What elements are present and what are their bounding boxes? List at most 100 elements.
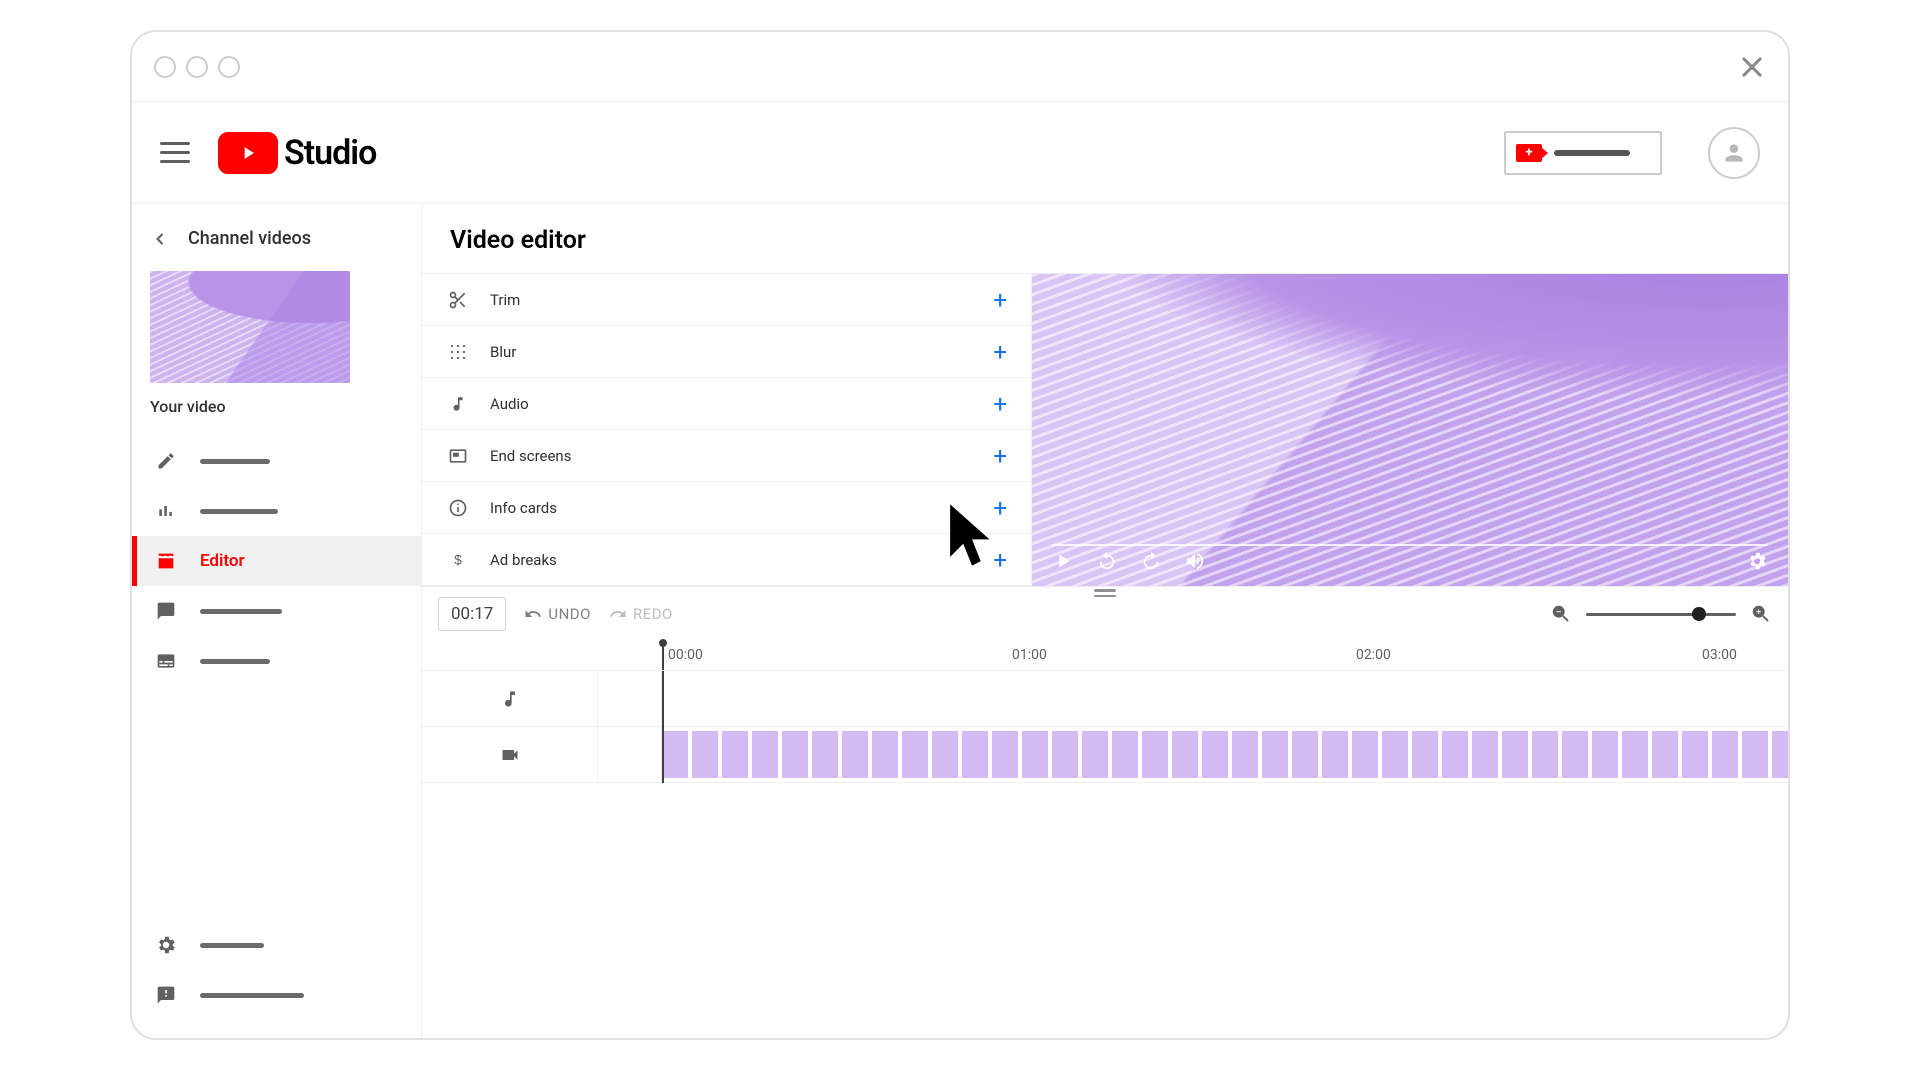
- comment-icon: [154, 601, 178, 621]
- window-min-dot[interactable]: [186, 56, 208, 78]
- volume-icon[interactable]: [1184, 550, 1206, 576]
- audio-track-body[interactable]: [662, 671, 1788, 726]
- tool-label: Blur: [490, 343, 516, 361]
- tool-ad-breaks[interactable]: $ Ad breaks +: [422, 534, 1031, 586]
- redo-icon: [609, 605, 627, 623]
- sidebar: Channel videos Your video Editor: [132, 204, 422, 1038]
- scissors-icon: [446, 290, 470, 310]
- track-gap: [598, 727, 662, 782]
- play-icon[interactable]: [1052, 550, 1074, 576]
- sidebar-item-details[interactable]: [132, 436, 421, 486]
- close-icon[interactable]: [1738, 53, 1766, 81]
- zoom-in-icon[interactable]: [1750, 603, 1772, 625]
- video-preview[interactable]: [1032, 274, 1788, 586]
- player-controls: [1032, 540, 1788, 586]
- redo-label: REDO: [633, 605, 673, 623]
- pencil-icon: [154, 451, 178, 471]
- audio-track-icon: [422, 671, 598, 726]
- plus-icon[interactable]: +: [993, 494, 1007, 522]
- window-max-dot[interactable]: [218, 56, 240, 78]
- audio-track[interactable]: [422, 671, 1788, 727]
- plus-icon[interactable]: +: [993, 390, 1007, 418]
- sidebar-label-placeholder: [200, 659, 270, 664]
- zoom-out-icon[interactable]: [1550, 603, 1572, 625]
- plus-icon[interactable]: +: [993, 338, 1007, 366]
- sidebar-item-label: Editor: [200, 551, 245, 571]
- plus-icon[interactable]: +: [993, 546, 1007, 574]
- blur-grid-icon: [446, 343, 470, 361]
- sidebar-label-placeholder: [200, 943, 264, 948]
- plus-icon[interactable]: +: [993, 286, 1007, 314]
- sidebar-label-placeholder: [200, 609, 282, 614]
- tool-audio[interactable]: Audio +: [422, 378, 1031, 430]
- sidebar-item-editor[interactable]: Editor: [132, 536, 421, 586]
- timeline-ruler[interactable]: 00:00 01:00 02:00 03:00: [422, 641, 1788, 671]
- current-time-display[interactable]: 00:17: [438, 597, 506, 631]
- sidebar-label-placeholder: [200, 459, 270, 464]
- youtube-play-icon: [218, 132, 278, 174]
- top-bar: Studio +: [132, 102, 1788, 204]
- back-to-channel-videos[interactable]: Channel videos: [132, 222, 421, 267]
- sidebar-item-feedback[interactable]: [132, 970, 421, 1020]
- zoom-slider[interactable]: [1586, 613, 1736, 616]
- timeline-area: 00:00 01:00 02:00 03:00: [422, 641, 1788, 783]
- info-icon: [446, 498, 470, 518]
- ruler-tick: 02:00: [1356, 647, 1391, 663]
- window-traffic-lights: [154, 56, 240, 78]
- plus-icon[interactable]: +: [993, 442, 1007, 470]
- zoom-controls: [1550, 603, 1772, 625]
- video-track[interactable]: [422, 727, 1788, 783]
- sidebar-label-placeholder: [200, 509, 278, 514]
- sidebar-item-comments[interactable]: [132, 586, 421, 636]
- drag-handle-icon[interactable]: [1094, 589, 1116, 597]
- tool-trim[interactable]: Trim +: [422, 274, 1031, 326]
- ruler-tick: 01:00: [1012, 647, 1047, 663]
- menu-icon[interactable]: [160, 142, 190, 163]
- replay-10-icon[interactable]: [1096, 550, 1118, 576]
- ruler-tick: 03:00: [1702, 647, 1737, 663]
- video-track-icon: [422, 727, 598, 782]
- sidebar-item-subtitles[interactable]: [132, 636, 421, 686]
- video-clip[interactable]: [662, 731, 1788, 778]
- tool-label: End screens: [490, 447, 571, 465]
- tool-end-screens[interactable]: End screens +: [422, 430, 1031, 482]
- your-video-label: Your video: [132, 393, 421, 436]
- window-close-dot[interactable]: [154, 56, 176, 78]
- zoom-slider-thumb[interactable]: [1692, 607, 1706, 621]
- brand-text: Studio: [284, 133, 376, 173]
- svg-text:$: $: [454, 552, 462, 567]
- tool-label: Trim: [490, 291, 520, 309]
- subtitles-icon: [154, 651, 178, 671]
- video-track-body[interactable]: [662, 727, 1788, 782]
- chart-icon: [154, 501, 178, 521]
- video-thumbnail[interactable]: [150, 271, 350, 383]
- sidebar-item-settings[interactable]: [132, 920, 421, 970]
- create-label-placeholder: [1554, 150, 1630, 156]
- arrow-left-icon: [150, 229, 170, 249]
- tool-blur[interactable]: Blur +: [422, 326, 1031, 378]
- editor-tool-list: Trim + Blur + Audio + E: [422, 274, 1032, 586]
- track-gap: [598, 671, 662, 726]
- undo-label: UNDO: [548, 605, 591, 623]
- film-icon: [154, 550, 178, 572]
- tool-info-cards[interactable]: Info cards +: [422, 482, 1031, 534]
- track-playhead-line: [662, 671, 664, 783]
- tool-label: Info cards: [490, 499, 557, 517]
- create-button[interactable]: +: [1504, 131, 1662, 175]
- forward-10-icon[interactable]: [1140, 550, 1162, 576]
- tool-label: Ad breaks: [490, 551, 557, 569]
- playhead[interactable]: [662, 641, 664, 670]
- page-title: Video editor: [422, 204, 1788, 274]
- thumbnail-art: [150, 271, 350, 383]
- breadcrumb-label: Channel videos: [188, 228, 311, 249]
- undo-button[interactable]: UNDO: [524, 605, 591, 623]
- user-avatar[interactable]: [1708, 127, 1760, 179]
- brand-logo[interactable]: Studio: [218, 132, 376, 174]
- preview-gear-icon[interactable]: [1746, 550, 1768, 576]
- main-content: Video editor Trim + Blur + Au: [422, 204, 1788, 1038]
- sidebar-label-placeholder: [200, 993, 304, 998]
- person-icon: [1721, 140, 1747, 166]
- redo-button[interactable]: REDO: [609, 605, 673, 623]
- undo-icon: [524, 605, 542, 623]
- sidebar-item-analytics[interactable]: [132, 486, 421, 536]
